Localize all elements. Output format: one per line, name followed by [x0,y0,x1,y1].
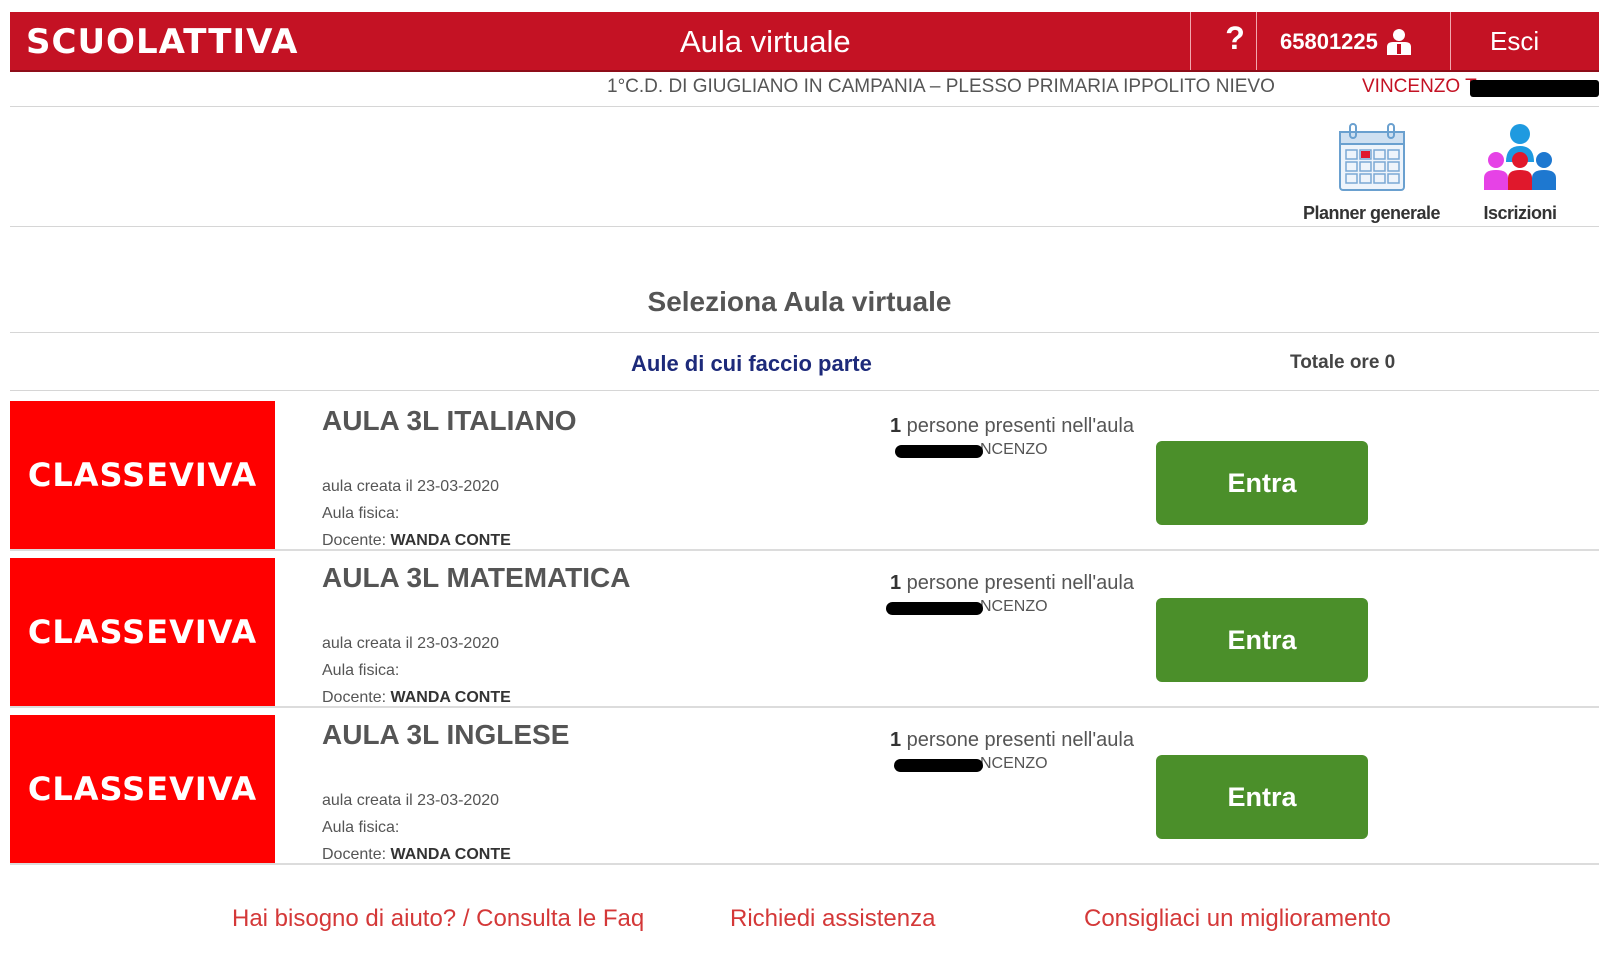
divider [1190,12,1191,70]
user-icon [1386,29,1411,55]
divider [10,332,1599,333]
physical-room: Aula fisica: [322,505,400,522]
room-meta: aula creata il 23-03-2020 Aula fisica: D… [322,473,511,554]
enter-button[interactable]: Entra [1156,598,1368,682]
redaction-bar [894,759,983,772]
section-title: Seleziona Aula virtuale [647,286,952,317]
room-row: CLASSEVIVA AULA 3L ITALIANO 1 persone pr… [10,401,1599,551]
redaction-bar [895,445,983,458]
redaction-bar [1470,80,1599,97]
physical-room: Aula fisica: [322,662,400,679]
planner-shortcut[interactable]: Planner generale [1300,122,1443,224]
presence-name: NCENZO [980,755,1048,772]
shortcut-label: Planner generale [1302,203,1441,223]
school-name: 1°C.D. DI GIUGLIANO IN CAMPANIA – PLESSO… [607,76,1275,97]
divider [10,106,1599,107]
room-title: AULA 3L ITALIANO [322,405,577,436]
room-title: AULA 3L MATEMATICA [322,562,631,593]
room-row: CLASSEVIVA AULA 3L MATEMATICA 1 persone … [10,558,1599,708]
calendar-icon [1338,123,1405,191]
user-name: VINCENZO T [1362,76,1477,97]
teacher-name: WANDA CONTE [390,532,511,549]
enter-button[interactable]: Entra [1156,755,1368,839]
logout-button[interactable]: Esci [1490,26,1539,57]
divider [10,863,1599,865]
user-code-button[interactable]: 65801225 [1280,28,1414,56]
teacher-name: WANDA CONTE [390,846,511,863]
redaction-bar [886,602,983,615]
divider [10,706,1599,708]
suggestion-link[interactable]: Consigliaci un miglioramento [1084,905,1391,933]
top-bar: SCUOLATTIVA Aula virtuale ? 65801225 Esc… [10,12,1599,72]
presence-info: 1 persone presenti nell'aula [890,415,1134,437]
divider [10,549,1599,551]
teacher-name: WANDA CONTE [390,689,511,706]
tab-my-rooms[interactable]: Aule di cui faccio parte [631,351,872,377]
enrollment-shortcut[interactable]: Iscrizioni [1478,122,1562,224]
faq-link[interactable]: Hai bisogno di aiuto? / Consulta le Faq [232,905,644,933]
presence-info: 1 persone presenti nell'aula [890,572,1134,594]
created-date: aula creata il 23-03-2020 [322,635,500,652]
total-hours: Totale ore 0 [1290,352,1396,373]
enter-button[interactable]: Entra [1156,441,1368,525]
divider [10,226,1599,227]
classeviva-logo[interactable]: CLASSEVIVA [10,401,275,549]
shortcut-label: Iscrizioni [1483,203,1557,223]
brand-logo[interactable]: SCUOLATTIVA [26,22,298,62]
divider [1256,12,1257,70]
room-meta: aula creata il 23-03-2020 Aula fisica: D… [322,787,511,868]
presence-info: 1 persone presenti nell'aula [890,729,1134,751]
divider [1450,12,1451,70]
app-title: Aula virtuale [680,24,851,59]
room-title: AULA 3L INGLESE [322,719,570,750]
user-code: 65801225 [1280,29,1378,54]
presence-name: NCENZO [980,441,1048,458]
divider [10,390,1599,391]
created-date: aula creata il 23-03-2020 [322,792,500,809]
presence-name: NCENZO [980,598,1048,615]
classeviva-logo[interactable]: CLASSEVIVA [10,715,275,863]
room-row: CLASSEVIVA AULA 3L INGLESE 1 persone pre… [10,715,1599,865]
classeviva-logo[interactable]: CLASSEVIVA [10,558,275,706]
people-icon [1484,124,1556,190]
assistance-link[interactable]: Richiedi assistenza [730,905,935,933]
physical-room: Aula fisica: [322,819,400,836]
room-meta: aula creata il 23-03-2020 Aula fisica: D… [322,630,511,711]
created-date: aula creata il 23-03-2020 [322,478,500,495]
